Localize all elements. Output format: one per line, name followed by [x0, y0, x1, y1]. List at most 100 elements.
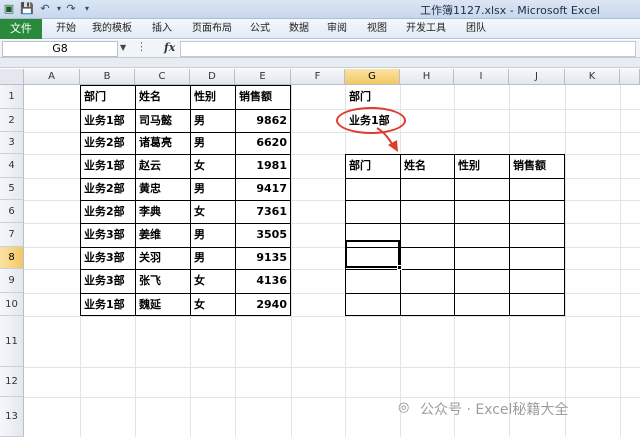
name-box[interactable]: G8 — [2, 41, 118, 57]
table-cell[interactable]: 李典 — [135, 200, 190, 223]
tab-home[interactable]: 开始 — [56, 19, 76, 39]
table-cell[interactable]: 女 — [190, 293, 235, 316]
table-cell[interactable]: 魏延 — [135, 293, 190, 316]
row-header-12[interactable]: 12 — [0, 367, 24, 397]
tab-team[interactable]: 团队 — [466, 19, 486, 39]
column-header-c[interactable]: C — [135, 69, 190, 85]
tab-developer[interactable]: 开发工具 — [406, 19, 446, 39]
table-cell[interactable]: 4136 — [235, 269, 291, 293]
column-header-k[interactable]: K — [565, 69, 620, 85]
fill-handle[interactable] — [397, 265, 402, 270]
tab-page-layout[interactable]: 页面布局 — [192, 19, 232, 39]
table-cell[interactable]: 3505 — [235, 223, 291, 247]
source-header-gender[interactable]: 性别 — [190, 85, 235, 109]
tab-data[interactable]: 数据 — [289, 19, 309, 39]
table-cell[interactable]: 张飞 — [135, 269, 190, 293]
red-arrow-icon — [376, 127, 398, 152]
watermark-text: 公众号 · Excel秘籍大全 — [420, 402, 569, 418]
result-header-gender[interactable]: 性别 — [454, 154, 509, 178]
tab-review[interactable]: 审阅 — [327, 19, 347, 39]
table-cell[interactable]: 9417 — [235, 178, 291, 200]
tab-file[interactable]: 文件 — [0, 19, 42, 39]
save-icon[interactable]: 💾 — [20, 2, 34, 16]
table-cell[interactable]: 女 — [190, 154, 235, 178]
row-header-3[interactable]: 3 — [0, 132, 24, 154]
column-header-i[interactable]: I — [454, 69, 509, 85]
source-header-name[interactable]: 姓名 — [135, 85, 190, 109]
table-cell[interactable]: 业务2部 — [80, 200, 135, 223]
row-header-1[interactable]: 1 — [0, 85, 24, 109]
column-header-a[interactable]: A — [24, 69, 80, 85]
table-cell[interactable]: 业务3部 — [80, 269, 135, 293]
row-header-11[interactable]: 11 — [0, 316, 24, 367]
ribbon-tabs: 文件 开始 我的模板 插入 页面布局 公式 数据 审阅 视图 开发工具 团队 — [0, 19, 640, 39]
table-cell[interactable]: 业务3部 — [80, 223, 135, 247]
table-cell[interactable]: 1981 — [235, 154, 291, 178]
formula-bar: G8 ▼ ⋮ fx — [0, 40, 640, 58]
row-header-9[interactable]: 9 — [0, 269, 24, 293]
source-header-dept[interactable]: 部门 — [80, 85, 135, 109]
ribbon-collapsed-strip — [0, 58, 640, 68]
table-cell[interactable]: 男 — [190, 178, 235, 200]
column-header-e[interactable]: E — [235, 69, 291, 85]
table-cell[interactable]: 业务2部 — [80, 178, 135, 200]
column-header-d[interactable]: D — [190, 69, 235, 85]
source-header-sales[interactable]: 销售额 — [235, 85, 291, 109]
row-header-13[interactable]: 13 — [0, 397, 24, 437]
insert-function-icon[interactable]: fx — [164, 41, 175, 54]
table-cell[interactable]: 6620 — [235, 132, 291, 154]
redo-icon[interactable]: ↷ — [64, 2, 78, 16]
select-all-corner[interactable] — [0, 69, 24, 85]
table-cell[interactable]: 男 — [190, 109, 235, 132]
column-header-h[interactable]: H — [400, 69, 454, 85]
formula-input[interactable] — [180, 41, 636, 57]
title-bar: ▣ 💾 ↶ ▾ ↷ ▾ 工作簿1127.xlsx - Microsoft Exc… — [0, 0, 640, 19]
row-header-2[interactable]: 2 — [0, 109, 24, 132]
column-header-l[interactable] — [620, 69, 640, 85]
tab-formulas[interactable]: 公式 — [250, 19, 270, 39]
table-cell[interactable]: 7361 — [235, 200, 291, 223]
name-box-dropdown-icon[interactable]: ▼ — [120, 43, 126, 52]
table-cell[interactable]: 9135 — [235, 247, 291, 269]
tab-insert[interactable]: 插入 — [152, 19, 172, 39]
table-cell[interactable]: 业务1部 — [80, 154, 135, 178]
table-cell[interactable]: 9862 — [235, 109, 291, 132]
table-cell[interactable]: 女 — [190, 269, 235, 293]
resize-handle-icon[interactable]: ⋮ — [136, 40, 147, 53]
column-header-b[interactable]: B — [80, 69, 135, 85]
table-cell[interactable]: 业务3部 — [80, 247, 135, 269]
table-cell[interactable]: 男 — [190, 247, 235, 269]
table-cell[interactable]: 关羽 — [135, 247, 190, 269]
row-header-10[interactable]: 10 — [0, 293, 24, 316]
table-cell[interactable]: 黄忠 — [135, 178, 190, 200]
row-header-8[interactable]: 8 — [0, 247, 24, 269]
criteria-header[interactable]: 部门 — [345, 85, 400, 109]
table-cell[interactable]: 赵云 — [135, 154, 190, 178]
table-cell[interactable]: 业务1部 — [80, 109, 135, 132]
table-cell[interactable]: 2940 — [235, 293, 291, 316]
row-header-6[interactable]: 6 — [0, 200, 24, 223]
row-header-5[interactable]: 5 — [0, 178, 24, 200]
undo-icon[interactable]: ↶ — [38, 2, 52, 16]
customize-toolbar-icon[interactable]: ▾ — [80, 2, 94, 16]
table-cell[interactable]: 业务1部 — [80, 293, 135, 316]
column-header-f[interactable]: F — [291, 69, 345, 85]
table-cell[interactable]: 男 — [190, 223, 235, 247]
active-cell-g8[interactable] — [345, 240, 400, 268]
column-header-g[interactable]: G — [345, 69, 400, 85]
table-cell[interactable]: 业务2部 — [80, 132, 135, 154]
window-title: 工作簿1127.xlsx - Microsoft Excel — [420, 4, 600, 17]
row-header-4[interactable]: 4 — [0, 154, 24, 178]
table-cell[interactable]: 女 — [190, 200, 235, 223]
table-cell[interactable]: 司马懿 — [135, 109, 190, 132]
tab-my-templates[interactable]: 我的模板 — [92, 19, 132, 39]
table-cell[interactable]: 男 — [190, 132, 235, 154]
result-header-dept[interactable]: 部门 — [345, 154, 400, 178]
result-header-name[interactable]: 姓名 — [400, 154, 454, 178]
tab-view[interactable]: 视图 — [367, 19, 387, 39]
row-header-7[interactable]: 7 — [0, 223, 24, 247]
table-cell[interactable]: 姜维 — [135, 223, 190, 247]
column-header-j[interactable]: J — [509, 69, 565, 85]
result-header-sales[interactable]: 销售额 — [509, 154, 565, 178]
table-cell[interactable]: 诸葛亮 — [135, 132, 190, 154]
